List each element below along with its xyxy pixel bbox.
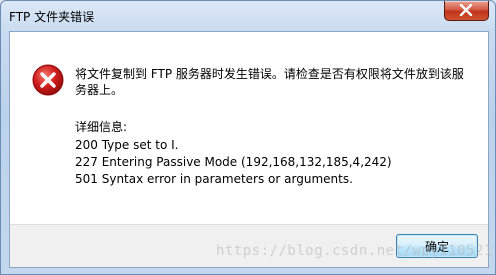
window-title: FTP 文件夹错误 [9,10,95,24]
details-line: 227 Entering Passive Mode (192,168,132,1… [75,155,392,169]
error-dialog-window: FTP 文件夹错误 将文件复制到 FTP 服务器时发生错误。请检查是否有权限将文… [0,0,496,275]
dialog-content: 将文件复制到 FTP 服务器时发生错误。请检查是否有权限将文件放到该服务器上。 … [9,31,489,268]
details-heading: 详细信息: [75,120,128,134]
close-button[interactable] [444,1,489,21]
details-line: 200 Type set to I. [75,138,179,152]
error-message: 将文件复制到 FTP 服务器时发生错误。请检查是否有权限将文件放到该服务器上。 [75,67,464,97]
watermark-text: https://blog.csdn.net/wpyi10521 [216,243,493,259]
close-icon [459,4,473,16]
details-line: 501 Syntax error in parameters or argume… [75,172,353,186]
title-bar[interactable]: FTP 文件夹错误 [1,1,495,31]
error-icon [32,64,64,96]
details-list: 200 Type set to I. 227 Entering Passive … [75,137,392,188]
